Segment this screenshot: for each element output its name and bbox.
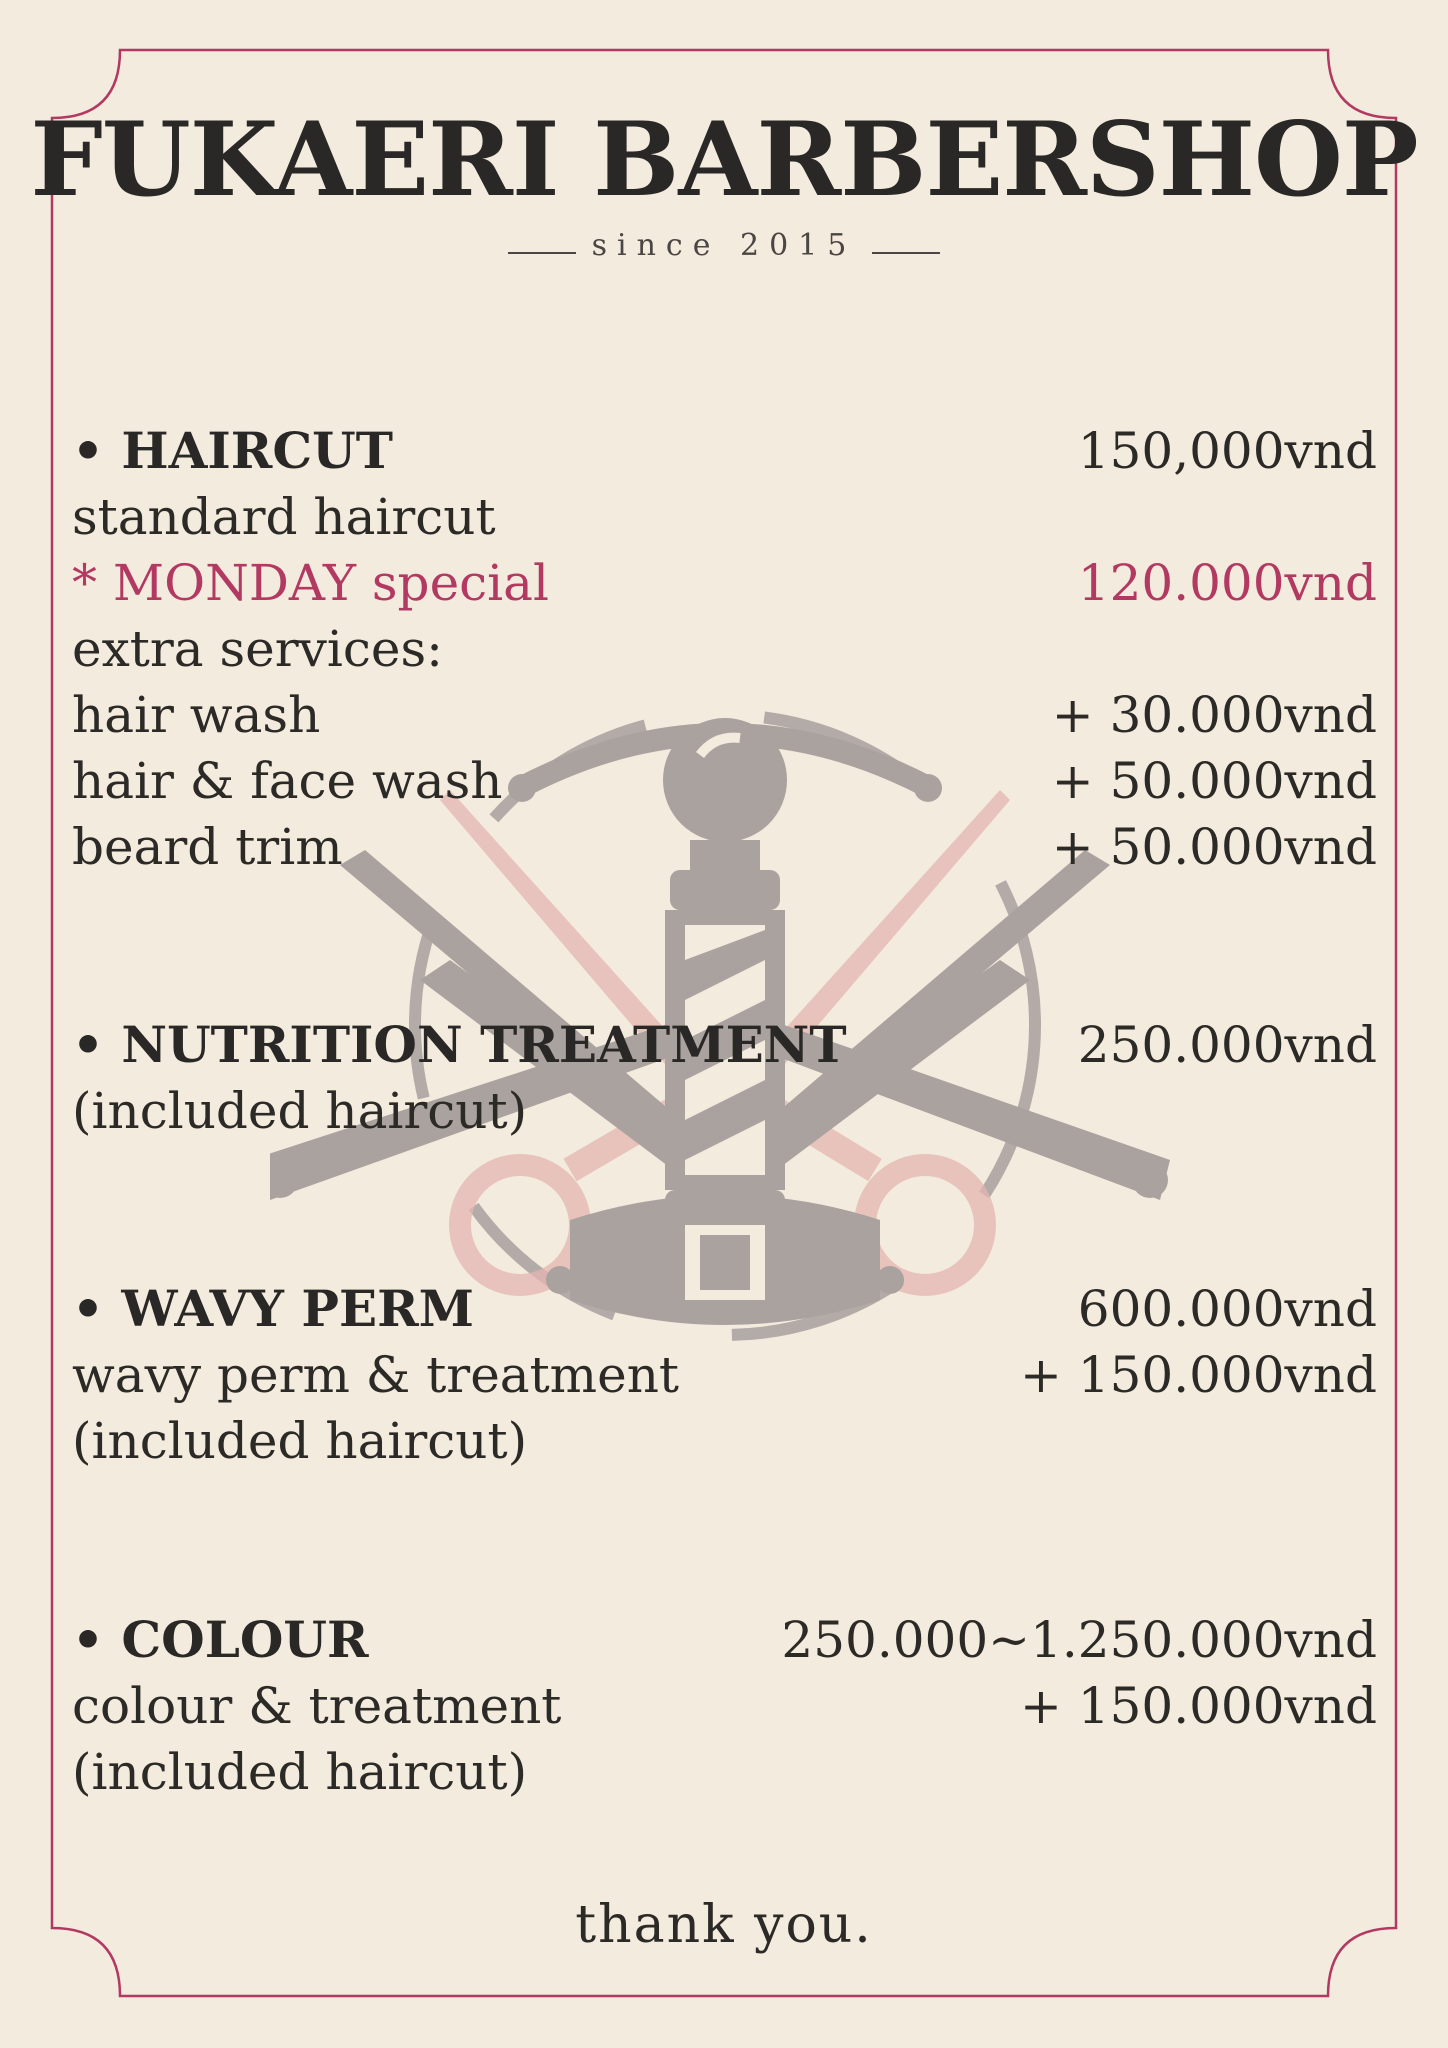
extra-service-row: hair & face wash + 50.000vnd <box>72 748 1377 814</box>
divider-left <box>507 252 576 254</box>
extra-service-price: + 50.000vnd <box>1051 818 1377 876</box>
menu-item-nutrition-treatment: • NUTRITION TREATMENT 250.000vnd <box>72 1012 1377 1078</box>
extras-heading-row: extra services: <box>72 616 1377 682</box>
extra-service-row: beard trim + 50.000vnd <box>72 814 1377 880</box>
item-price: 600.000vnd <box>1077 1280 1377 1338</box>
item-addon-price: + 150.000vnd <box>1019 1346 1377 1404</box>
thank-you-footer: thank you. <box>575 1895 873 1955</box>
colour-desc-row: colour & treatment + 150.000vnd <box>72 1673 1377 1739</box>
haircut-desc-row: standard haircut <box>72 484 1377 550</box>
item-description: wavy perm & treatment <box>72 1346 679 1404</box>
extras-label: extra services: <box>72 620 443 678</box>
item-price: 250.000vnd <box>1077 1016 1377 1074</box>
menu-item-haircut: • HAIRCUT 150,000vnd <box>72 418 1377 484</box>
item-name: • NUTRITION TREATMENT <box>72 1015 847 1074</box>
item-name: • HAIRCUT <box>72 421 393 480</box>
nutrition-note-row: (included haircut) <box>72 1078 1377 1144</box>
item-price: 150,000vnd <box>1077 422 1377 480</box>
monday-special-row: * MONDAY special 120.000vnd <box>72 550 1377 616</box>
extra-service-row: hair wash + 30.000vnd <box>72 682 1377 748</box>
item-note: (included haircut) <box>72 1743 528 1801</box>
item-name: • COLOUR <box>72 1610 369 1669</box>
divider-right <box>872 252 941 254</box>
item-name: • WAVY PERM <box>72 1279 474 1338</box>
extra-service-label: hair wash <box>72 686 321 744</box>
since-text: since 2015 <box>591 228 857 263</box>
perm-note-row: (included haircut) <box>72 1408 1377 1474</box>
special-price: 120.000vnd <box>1077 554 1377 612</box>
menu-item-colour: • COLOUR 250.000~1.250.000vnd <box>72 1607 1377 1673</box>
extra-service-price: + 30.000vnd <box>1051 686 1377 744</box>
item-note: (included haircut) <box>72 1412 528 1470</box>
special-label: * MONDAY special <box>72 554 549 612</box>
extra-service-label: beard trim <box>72 818 343 876</box>
page-title: FUKAERI BARBERSHOP <box>30 100 1418 220</box>
item-addon-price: + 150.000vnd <box>1019 1677 1377 1735</box>
menu-item-wavy-perm: • WAVY PERM 600.000vnd <box>72 1276 1377 1342</box>
item-note: (included haircut) <box>72 1082 528 1140</box>
item-price: 250.000~1.250.000vnd <box>781 1611 1377 1669</box>
item-description: colour & treatment <box>72 1677 562 1735</box>
since-tagline: since 2015 <box>0 228 1448 263</box>
extra-service-price: + 50.000vnd <box>1051 752 1377 810</box>
item-description: standard haircut <box>72 488 496 546</box>
extra-service-label: hair & face wash <box>72 752 503 810</box>
perm-desc-row: wavy perm & treatment + 150.000vnd <box>72 1342 1377 1408</box>
colour-note-row: (included haircut) <box>72 1739 1377 1805</box>
